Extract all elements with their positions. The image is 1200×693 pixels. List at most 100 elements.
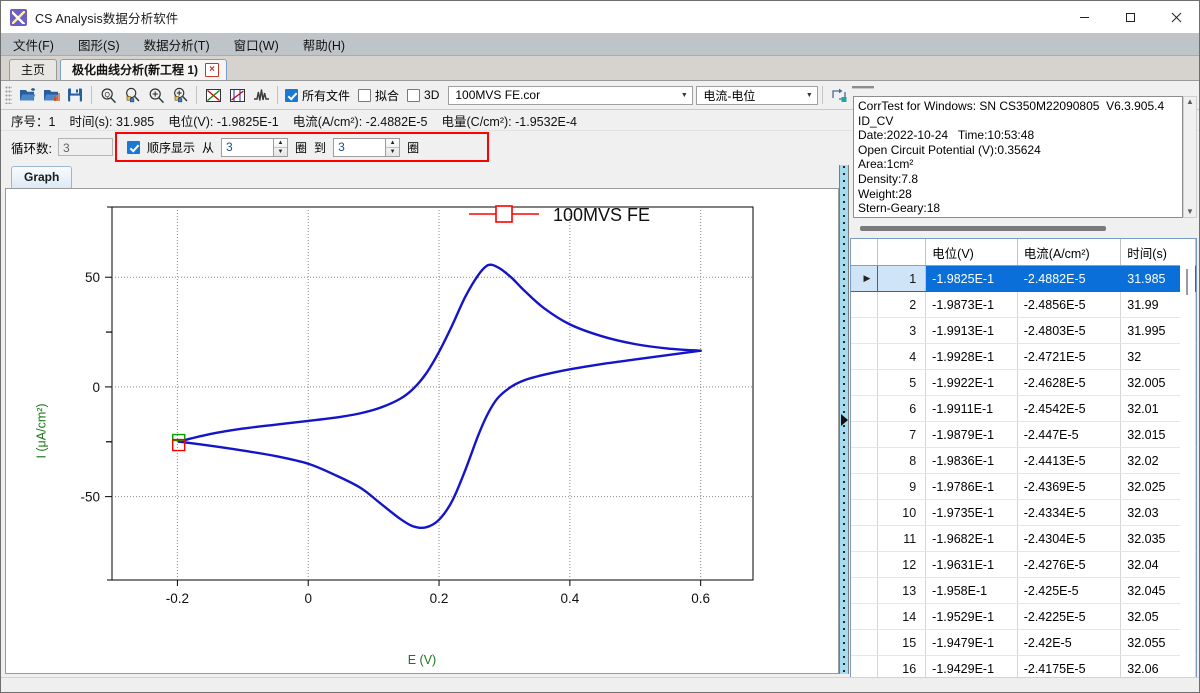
tab-graph[interactable]: Graph [11, 166, 73, 188]
minimize-button[interactable] [1061, 1, 1107, 33]
file-header-vscrollbar[interactable]: ▲ ▼ [1183, 96, 1197, 218]
th-potential[interactable]: 电位(V) [925, 239, 1018, 266]
data-table-container[interactable]: 电位(V) 电流(A/cm²) 时间(s) ▶ 1 -1.9825E-1 -2.488… [850, 238, 1197, 688]
cell-current[interactable]: -2.4542E-5 [1017, 395, 1122, 422]
to-cycle-spin-buttons[interactable]: ▲ ▼ [385, 137, 401, 157]
cell-current[interactable]: -2.4721E-5 [1017, 343, 1122, 370]
table-row[interactable]: 15 -1.9479E-1 -2.42E-5 32.055 [851, 629, 1196, 656]
zoom-in-region-icon[interactable] [168, 83, 192, 107]
threed-checkbox-group[interactable]: 3D [407, 88, 439, 102]
to-cycle-down-icon[interactable]: ▼ [386, 148, 399, 156]
peak-icon[interactable] [249, 83, 273, 107]
table-row[interactable]: 13 -1.958E-1 -2.425E-5 32.045 [851, 577, 1196, 604]
close-button[interactable] [1153, 1, 1199, 33]
cell-current[interactable]: -2.4225E-5 [1017, 603, 1122, 630]
cell-current[interactable]: -2.4413E-5 [1017, 447, 1122, 474]
table-row[interactable]: 4 -1.9928E-1 -2.4721E-5 32 [851, 343, 1196, 370]
zoom-out-region-icon[interactable] [120, 83, 144, 107]
cell-potential[interactable]: -1.9911E-1 [925, 395, 1018, 422]
table-row[interactable]: ▶ 1 -1.9825E-1 -2.4882E-5 31.985 [851, 265, 1196, 292]
table-row[interactable]: 9 -1.9786E-1 -2.4369E-5 32.025 [851, 473, 1196, 500]
graph-canvas-container[interactable]: -0.2 0 0.2 0.4 0.6 -50 0 50 100MVS FE I (μA/cm²)… [5, 188, 839, 674]
to-cycle-stepper[interactable]: ▲▼ [333, 137, 401, 157]
from-cycle-input[interactable] [221, 137, 274, 157]
cell-potential[interactable]: -1.958E-1 [925, 577, 1018, 604]
clear-curve-icon[interactable] [201, 83, 225, 107]
open-file-icon[interactable] [15, 83, 39, 107]
notes-grip[interactable] [852, 86, 874, 91]
cell-potential[interactable]: -1.9922E-1 [925, 369, 1018, 396]
pane-splitter[interactable] [839, 165, 849, 674]
fit-curve-icon[interactable] [225, 83, 249, 107]
cell-potential[interactable]: -1.9529E-1 [925, 603, 1018, 630]
cell-potential[interactable]: -1.9735E-1 [925, 499, 1018, 526]
cell-current[interactable]: -2.447E-5 [1017, 421, 1122, 448]
scroll-down-icon[interactable]: ▼ [1186, 207, 1194, 217]
table-vscrollbar[interactable] [1180, 265, 1195, 686]
menu-window[interactable]: 窗口(W) [234, 33, 292, 56]
table-scroll-thumb[interactable] [1186, 269, 1188, 295]
tab-home[interactable]: 主页 [9, 59, 58, 80]
cell-current[interactable]: -2.4803E-5 [1017, 317, 1122, 344]
fit-checkbox-group[interactable]: 拟合 [358, 87, 399, 104]
th-current[interactable]: 电流(A/cm²) [1017, 239, 1122, 266]
cell-potential[interactable]: -1.9825E-1 [925, 265, 1018, 292]
chevron-down-icon-2[interactable]: ▼ [801, 92, 817, 99]
from-cycle-stepper[interactable]: ▲▼ [221, 137, 289, 157]
hscroll-thumb[interactable] [860, 226, 1106, 231]
from-cycle-spin-buttons[interactable]: ▲ ▼ [273, 137, 289, 157]
cell-current[interactable]: -2.425E-5 [1017, 577, 1122, 604]
cell-potential[interactable]: -1.9836E-1 [925, 447, 1018, 474]
to-cycle-input[interactable] [333, 137, 386, 157]
cell-current[interactable]: -2.4628E-5 [1017, 369, 1122, 396]
from-cycle-up-icon[interactable]: ▲ [274, 139, 288, 148]
cell-current[interactable]: -2.4304E-5 [1017, 525, 1122, 552]
splitter-collapse-icon[interactable] [841, 413, 848, 426]
cell-current[interactable]: -2.4276E-5 [1017, 551, 1122, 578]
menu-analysis[interactable]: 数据分析(T) [144, 33, 223, 56]
save-icon[interactable] [63, 83, 87, 107]
cell-potential[interactable]: -1.9873E-1 [925, 291, 1018, 318]
menu-help[interactable]: 帮助(H) [303, 33, 358, 56]
scroll-up-icon[interactable]: ▲ [1186, 97, 1194, 107]
table-row[interactable]: 6 -1.9911E-1 -2.4542E-5 32.01 [851, 395, 1196, 422]
cell-potential[interactable]: -1.9631E-1 [925, 551, 1018, 578]
cell-current[interactable]: -2.4882E-5 [1017, 265, 1122, 292]
threed-checkbox[interactable] [407, 88, 421, 102]
cell-current[interactable]: -2.42E-5 [1017, 629, 1122, 656]
chevron-down-icon[interactable]: ▼ [676, 92, 692, 99]
table-row[interactable]: 7 -1.9879E-1 -2.447E-5 32.015 [851, 421, 1196, 448]
table-row[interactable]: 8 -1.9836E-1 -2.4413E-5 32.02 [851, 447, 1196, 474]
cell-potential[interactable]: -1.9879E-1 [925, 421, 1018, 448]
cell-potential[interactable]: -1.9913E-1 [925, 317, 1018, 344]
table-row[interactable]: 14 -1.9529E-1 -2.4225E-5 32.05 [851, 603, 1196, 630]
tab-polarization-analysis[interactable]: 极化曲线分析(新工程 1) × [60, 59, 228, 80]
table-row[interactable]: 10 -1.9735E-1 -2.4334E-5 32.03 [851, 499, 1196, 526]
toolbar-grip[interactable] [5, 86, 12, 104]
cell-current[interactable]: -2.4856E-5 [1017, 291, 1122, 318]
all-files-checkbox-group[interactable]: 所有文件 [285, 87, 350, 104]
cell-potential[interactable]: -1.9682E-1 [925, 525, 1018, 552]
all-files-checkbox[interactable] [285, 88, 298, 102]
tab-close-icon[interactable]: × [205, 63, 220, 77]
menu-graph[interactable]: 图形(S) [78, 33, 133, 56]
menu-file[interactable]: 文件(F) [13, 33, 67, 56]
file-header-hscrollbar[interactable] [860, 223, 1181, 234]
cell-current[interactable]: -2.4334E-5 [1017, 499, 1122, 526]
to-cycle-up-icon[interactable]: ▲ [386, 139, 400, 148]
sequence-display-checkbox[interactable] [127, 140, 140, 154]
maximize-button[interactable] [1107, 1, 1153, 33]
cell-potential[interactable]: -1.9479E-1 [925, 629, 1018, 656]
open-data-icon[interactable] [39, 83, 63, 107]
cell-potential[interactable]: -1.9786E-1 [925, 473, 1018, 500]
from-cycle-down-icon[interactable]: ▼ [274, 148, 287, 156]
cell-potential[interactable]: -1.9928E-1 [925, 343, 1018, 370]
zoom-out-icon[interactable]: Q [96, 83, 120, 107]
table-row[interactable]: 12 -1.9631E-1 -2.4276E-5 32.04 [851, 551, 1196, 578]
plot-type-combo[interactable]: 电流-电位 ▼ [696, 85, 819, 105]
table-row[interactable]: 3 -1.9913E-1 -2.4803E-5 31.995 [851, 317, 1196, 344]
th-time[interactable]: 时间(s) [1120, 239, 1196, 266]
fit-checkbox[interactable] [358, 88, 372, 102]
table-row[interactable]: 2 -1.9873E-1 -2.4856E-5 31.99 [851, 291, 1196, 318]
file-header-text[interactable]: CorrTest for Windows: SN CS350M22090805 … [853, 96, 1183, 218]
